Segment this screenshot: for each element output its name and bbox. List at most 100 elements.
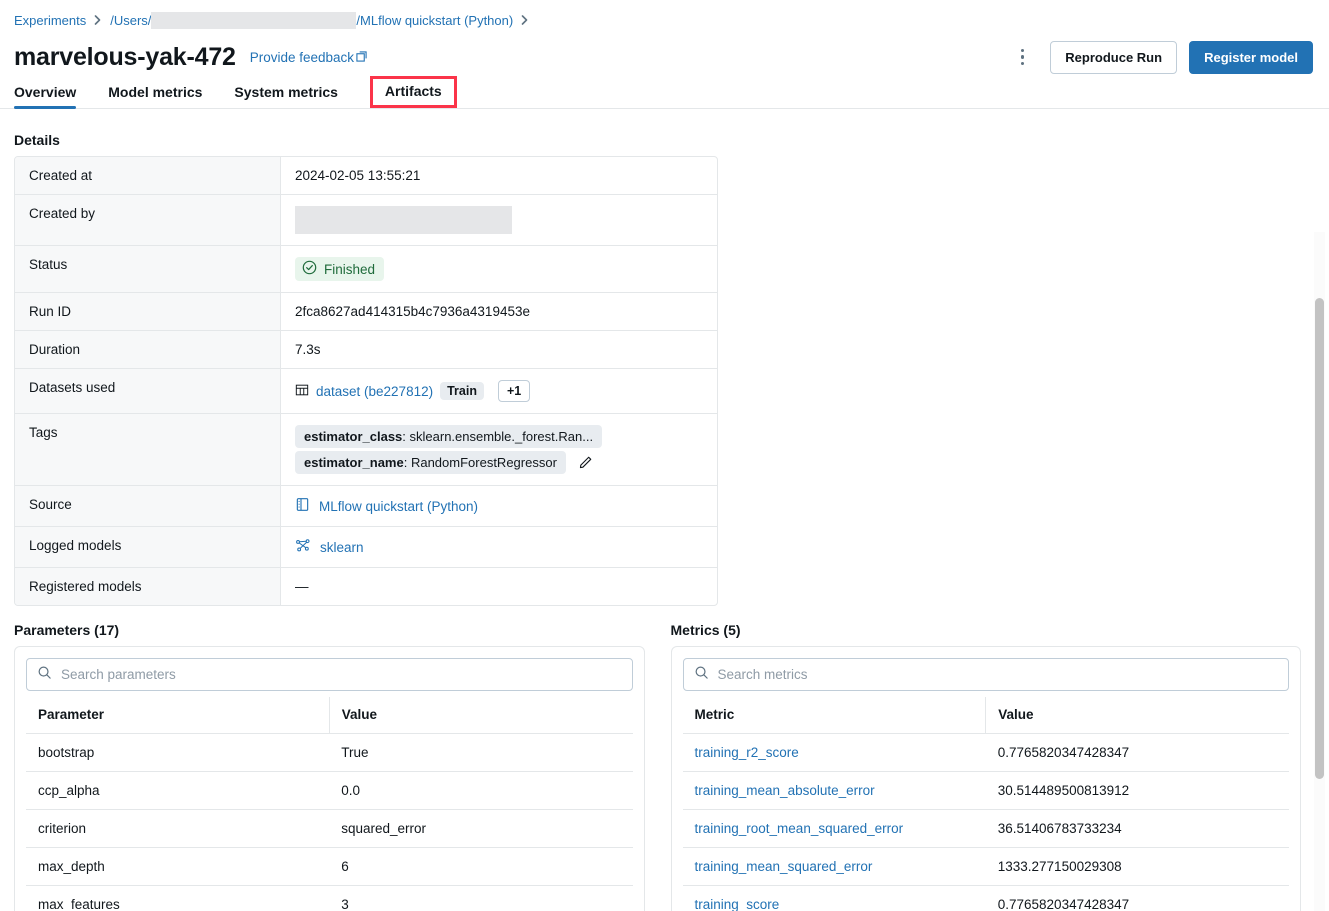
metric-value: 1333.277150029308 — [985, 847, 1289, 886]
details-row-datasets-used: Datasets used dataset (be227812) Train +… — [15, 369, 717, 414]
parameters-table: Parameter Value bootstrap True ccp_alpha… — [26, 697, 633, 911]
details-value-created-by — [281, 195, 717, 246]
source-link[interactable]: MLflow quickstart (Python) — [319, 499, 478, 514]
metrics-panel: Metric Value training_r2_score 0.7765820… — [670, 646, 1301, 911]
chevron-right-icon — [94, 15, 102, 25]
tab-artifacts[interactable]: Artifacts — [369, 76, 457, 108]
metric-link[interactable]: training_score — [695, 897, 780, 911]
notebook-icon — [295, 497, 310, 515]
search-parameters-input[interactable] — [61, 667, 622, 682]
register-model-button[interactable]: Register model — [1189, 40, 1313, 74]
breadcrumb-users-prefix[interactable]: /Users/ — [110, 13, 151, 28]
table-row: ccp_alpha 0.0 — [26, 771, 633, 810]
parameter-value: squared_error — [329, 809, 633, 848]
tag-row-estimator-name: estimator_name: RandomForestRegressor — [295, 451, 717, 474]
tag-pill[interactable]: estimator_class: sklearn.ensemble._fores… — [295, 425, 603, 448]
details-value-source: MLflow quickstart (Python) — [281, 486, 717, 527]
search-icon — [37, 665, 52, 685]
details-label-status: Status — [15, 246, 281, 293]
tag-value: sklearn.ensemble._forest.Ran... — [409, 429, 594, 444]
breadcrumb-item-experiments[interactable]: Experiments — [14, 13, 86, 28]
details-label-registered-models: Registered models — [15, 568, 281, 605]
parameters-table-header: Parameter Value — [26, 697, 633, 734]
tag-value: RandomForestRegressor — [410, 455, 557, 470]
details-label-created-by: Created by — [15, 195, 281, 246]
metric-value: 0.7765820347428347 — [985, 885, 1289, 911]
details-value-run-id: 2fca8627ad414315b4c7936a4319453e — [281, 293, 717, 331]
search-metrics-input[interactable] — [717, 667, 1278, 682]
parameter-name: ccp_alpha — [26, 771, 330, 810]
table-row: training_r2_score 0.7765820347428347 — [682, 733, 1289, 772]
breadcrumb-item-notebook-path[interactable]: /Users/ /MLflow quickstart (Python) — [110, 11, 513, 29]
parameter-value: True — [329, 733, 633, 772]
metrics-table: Metric Value training_r2_score 0.7765820… — [682, 697, 1289, 911]
metric-name[interactable]: training_r2_score — [682, 733, 986, 772]
metric-value: 30.514489500813912 — [985, 771, 1289, 810]
metric-link[interactable]: training_r2_score — [695, 745, 799, 760]
metrics-search-box[interactable] — [682, 658, 1289, 691]
table-row: max_depth 6 — [26, 847, 633, 886]
dataset-more-button[interactable]: +1 — [497, 380, 531, 402]
tab-system-metrics[interactable]: System metrics — [234, 84, 338, 108]
metric-value: 36.51406783733234 — [985, 809, 1289, 848]
redacted-username — [151, 11, 357, 29]
metrics-column-value[interactable]: Value — [985, 697, 1289, 734]
tag-pill[interactable]: estimator_name: RandomForestRegressor — [295, 451, 566, 474]
metric-name[interactable]: training_root_mean_squared_error — [682, 809, 986, 848]
details-table: Created at 2024-02-05 13:55:21 Created b… — [14, 156, 718, 606]
metric-name[interactable]: training_mean_absolute_error — [682, 771, 986, 810]
table-row: training_mean_squared_error 1333.2771500… — [682, 847, 1289, 886]
tag-key: estimator_class — [304, 429, 403, 444]
parameters-column-parameter[interactable]: Parameter — [26, 697, 330, 734]
reproduce-run-button[interactable]: Reproduce Run — [1050, 40, 1178, 74]
details-value-logged-models: sklearn — [281, 527, 717, 568]
page-title: marvelous-yak-472 — [14, 42, 236, 71]
dataset-link[interactable]: dataset (be227812) — [316, 384, 433, 399]
parameters-column-value[interactable]: Value — [328, 697, 633, 734]
metrics-column: Metrics (5) Metric Value — [670, 622, 1301, 911]
table-row: criterion squared_error — [26, 809, 633, 848]
details-value-tags: estimator_class: sklearn.ensemble._fores… — [281, 414, 717, 486]
details-row-duration: Duration 7.3s — [15, 331, 717, 369]
details-value-status: Finished — [281, 246, 717, 293]
details-value-duration: 7.3s — [281, 331, 717, 369]
details-heading: Details — [14, 132, 60, 148]
provide-feedback-link[interactable]: Provide feedback — [250, 50, 367, 65]
page-header: marvelous-yak-472 Provide feedback Repro… — [0, 30, 1329, 78]
page-scrollbar-thumb[interactable] — [1315, 298, 1324, 779]
parameter-value: 3 — [329, 885, 633, 911]
metrics-column-metric[interactable]: Metric — [682, 697, 986, 734]
table-row: bootstrap True — [26, 733, 633, 772]
more-vertical-icon[interactable] — [1006, 41, 1038, 73]
metric-name[interactable]: training_mean_squared_error — [682, 847, 986, 886]
details-label-duration: Duration — [15, 331, 281, 369]
details-value-created-at: 2024-02-05 13:55:21 — [281, 157, 717, 195]
tab-bar: Overview Model metrics System metrics Ar… — [0, 76, 1329, 109]
page-scrollbar-track[interactable] — [1314, 232, 1325, 911]
parameters-column: Parameters (17) Parameter — [14, 622, 645, 911]
details-label-tags: Tags — [15, 414, 281, 486]
breadcrumb: Experiments /Users/ /MLflow quickstart (… — [0, 0, 1329, 30]
logged-model-link[interactable]: sklearn — [320, 540, 364, 555]
breadcrumb-notebook-name[interactable]: /MLflow quickstart (Python) — [356, 13, 513, 28]
parameters-panel: Parameter Value bootstrap True ccp_alpha… — [14, 646, 645, 911]
pencil-icon[interactable] — [576, 453, 595, 472]
parameter-value: 0.0 — [329, 771, 633, 810]
tab-model-metrics[interactable]: Model metrics — [108, 84, 202, 108]
parameters-search-box[interactable] — [26, 658, 633, 691]
tab-overview[interactable]: Overview — [14, 84, 77, 109]
metric-link[interactable]: training_mean_absolute_error — [695, 783, 875, 798]
external-link-icon — [356, 50, 367, 65]
details-label-source: Source — [15, 486, 281, 527]
details-label-run-id: Run ID — [15, 293, 281, 331]
metrics-heading: Metrics (5) — [670, 622, 741, 638]
details-label-created-at: Created at — [15, 157, 281, 195]
details-row-created-at: Created at 2024-02-05 13:55:21 — [15, 157, 717, 195]
metric-link[interactable]: training_mean_squared_error — [695, 859, 873, 874]
metric-name[interactable]: training_score — [682, 885, 986, 911]
table-row: training_score 0.7765820347428347 — [682, 885, 1289, 911]
parameter-name: bootstrap — [26, 733, 330, 772]
details-value-datasets-used: dataset (be227812) Train +1 — [281, 369, 717, 414]
metric-link[interactable]: training_root_mean_squared_error — [695, 821, 904, 836]
table-icon — [295, 383, 309, 400]
